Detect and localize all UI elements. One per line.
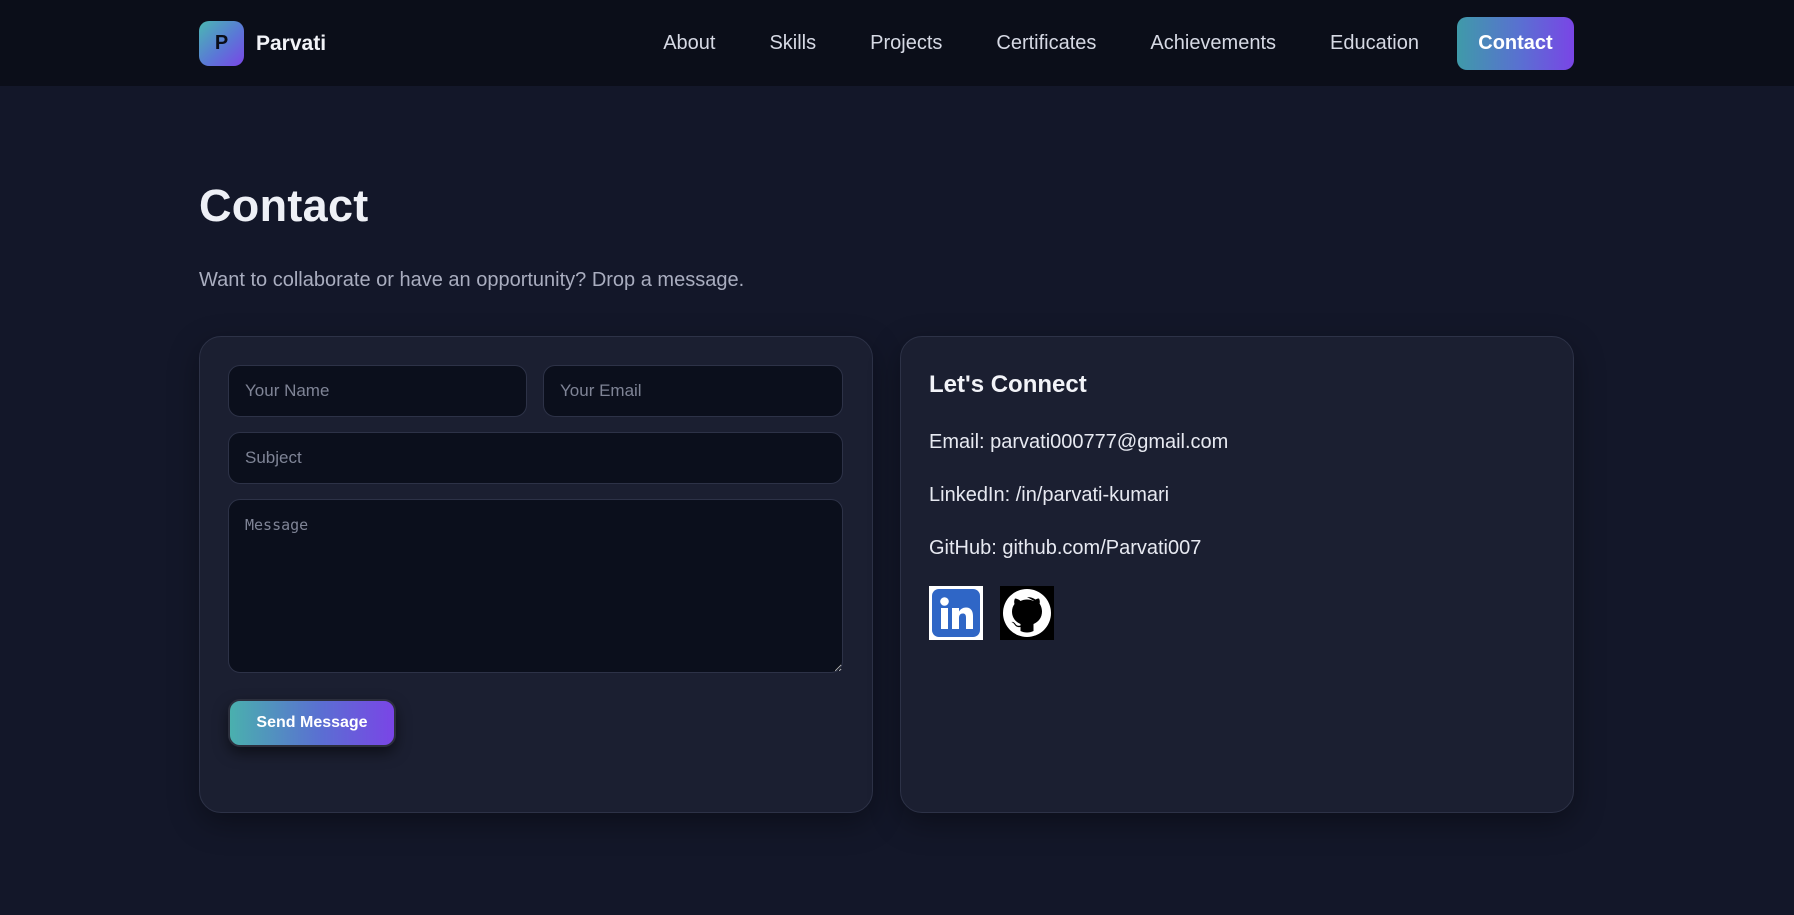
page-title: Contact	[199, 180, 369, 231]
nav-about[interactable]: About	[663, 32, 715, 55]
connect-title: Let's Connect	[929, 371, 1087, 398]
name-input[interactable]	[228, 365, 527, 417]
page-subtitle: Want to collaborate or have an opportuni…	[199, 269, 745, 291]
brand-name: Parvati	[256, 31, 327, 55]
connect-card: Let's Connect Email: parvati000777@gmail…	[900, 336, 1574, 813]
nav-contact-button[interactable]: Contact	[1457, 17, 1574, 70]
site-header: P Parvati About Skills Projects Certific…	[0, 0, 1794, 86]
email-input[interactable]	[543, 365, 843, 417]
contact-email: Email: parvati000777@gmail.com	[929, 431, 1229, 453]
nav-achievements[interactable]: Achievements	[1150, 32, 1276, 55]
send-message-button[interactable]: Send Message	[228, 699, 396, 747]
message-textarea[interactable]	[228, 499, 843, 673]
contact-form-card: Send Message	[199, 336, 873, 813]
nav-certificates[interactable]: Certificates	[996, 32, 1096, 55]
nav-education[interactable]: Education	[1330, 32, 1419, 55]
linkedin-icon[interactable]	[929, 586, 983, 640]
contact-linkedin: LinkedIn: /in/parvati-kumari	[929, 484, 1170, 506]
logo-badge: P	[199, 21, 244, 66]
contact-github: GitHub: github.com/Parvati007	[929, 537, 1202, 559]
subject-input[interactable]	[228, 432, 843, 484]
brand[interactable]: P Parvati	[199, 21, 326, 66]
main-nav: About Skills Projects Certificates Achie…	[663, 17, 1574, 70]
github-icon[interactable]	[1000, 586, 1054, 640]
nav-skills[interactable]: Skills	[769, 32, 816, 55]
nav-projects[interactable]: Projects	[870, 32, 942, 55]
